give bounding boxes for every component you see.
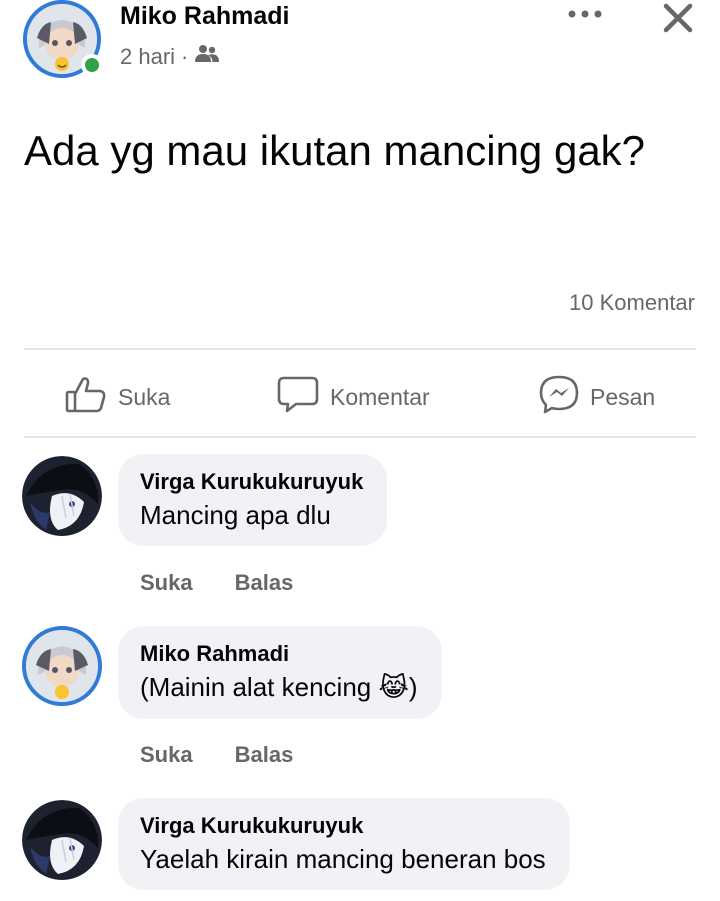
post-action-bar: Suka Komentar Pesan bbox=[0, 360, 720, 426]
comment-like-button[interactable]: Suka bbox=[140, 570, 193, 596]
comment-button[interactable]: Komentar bbox=[276, 374, 430, 420]
comment-reply-button[interactable]: Balas bbox=[235, 570, 294, 596]
commenter-avatar[interactable] bbox=[22, 626, 102, 706]
more-options-icon[interactable] bbox=[565, 4, 605, 24]
close-icon[interactable] bbox=[660, 0, 696, 36]
comment-text-end: ) bbox=[408, 672, 418, 702]
online-status-dot bbox=[81, 54, 103, 76]
comment-icon bbox=[276, 374, 320, 420]
commenter-avatar[interactable] bbox=[22, 456, 102, 536]
comment-bubble: Virga Kurukukuruyuk Mancing apa dlu bbox=[118, 454, 388, 546]
comment-count[interactable]: 10 Komentar bbox=[569, 290, 695, 316]
messenger-icon bbox=[538, 374, 580, 420]
comment-author[interactable]: Virga Kurukukuruyuk bbox=[140, 468, 363, 496]
comment-author[interactable]: Miko Rahmadi bbox=[140, 640, 418, 668]
like-icon bbox=[64, 374, 108, 420]
comment-like-button[interactable]: Suka bbox=[140, 742, 193, 768]
comment-bubble: Virga Kurukukuruyuk Yaelah kirain mancin… bbox=[118, 798, 570, 890]
comment-text-main: (Mainin alat kencing bbox=[140, 672, 379, 702]
laughing-cat-emoji-icon: 😹 bbox=[378, 673, 409, 703]
comment-label: Komentar bbox=[330, 383, 430, 410]
comment-author[interactable]: Virga Kurukukuruyuk bbox=[140, 812, 546, 840]
divider-top bbox=[24, 348, 696, 350]
post-meta: 2 hari · bbox=[120, 44, 220, 70]
meta-separator: · bbox=[181, 44, 189, 69]
comment-reply-button[interactable]: Balas bbox=[235, 742, 294, 768]
post-time[interactable]: 2 hari bbox=[120, 44, 175, 70]
send-message-button[interactable]: Pesan bbox=[538, 374, 655, 420]
comment-text: Yaelah kirain mancing beneran bos bbox=[140, 844, 546, 874]
comment-actions: Suka Balas bbox=[140, 742, 293, 768]
commenter-avatar[interactable] bbox=[22, 800, 102, 880]
comment-actions: Suka Balas bbox=[140, 570, 293, 596]
friends-icon bbox=[194, 44, 220, 70]
message-label: Pesan bbox=[590, 383, 656, 410]
post-author-name[interactable]: Miko Rahmadi bbox=[120, 2, 289, 31]
comment-text: (Mainin alat kencing 😹) bbox=[140, 670, 418, 705]
like-label: Suka bbox=[118, 383, 171, 410]
divider-bottom bbox=[24, 436, 696, 438]
comment-text: Mancing apa dlu bbox=[140, 500, 331, 530]
post-header: Miko Rahmadi 2 hari · bbox=[0, 0, 720, 90]
author-avatar[interactable] bbox=[23, 0, 105, 78]
post-text: Ada yg mau ikutan mancing gak? bbox=[24, 127, 646, 174]
comment-bubble: Miko Rahmadi (Mainin alat kencing 😹) bbox=[118, 626, 442, 719]
like-button[interactable]: Suka bbox=[64, 374, 170, 420]
